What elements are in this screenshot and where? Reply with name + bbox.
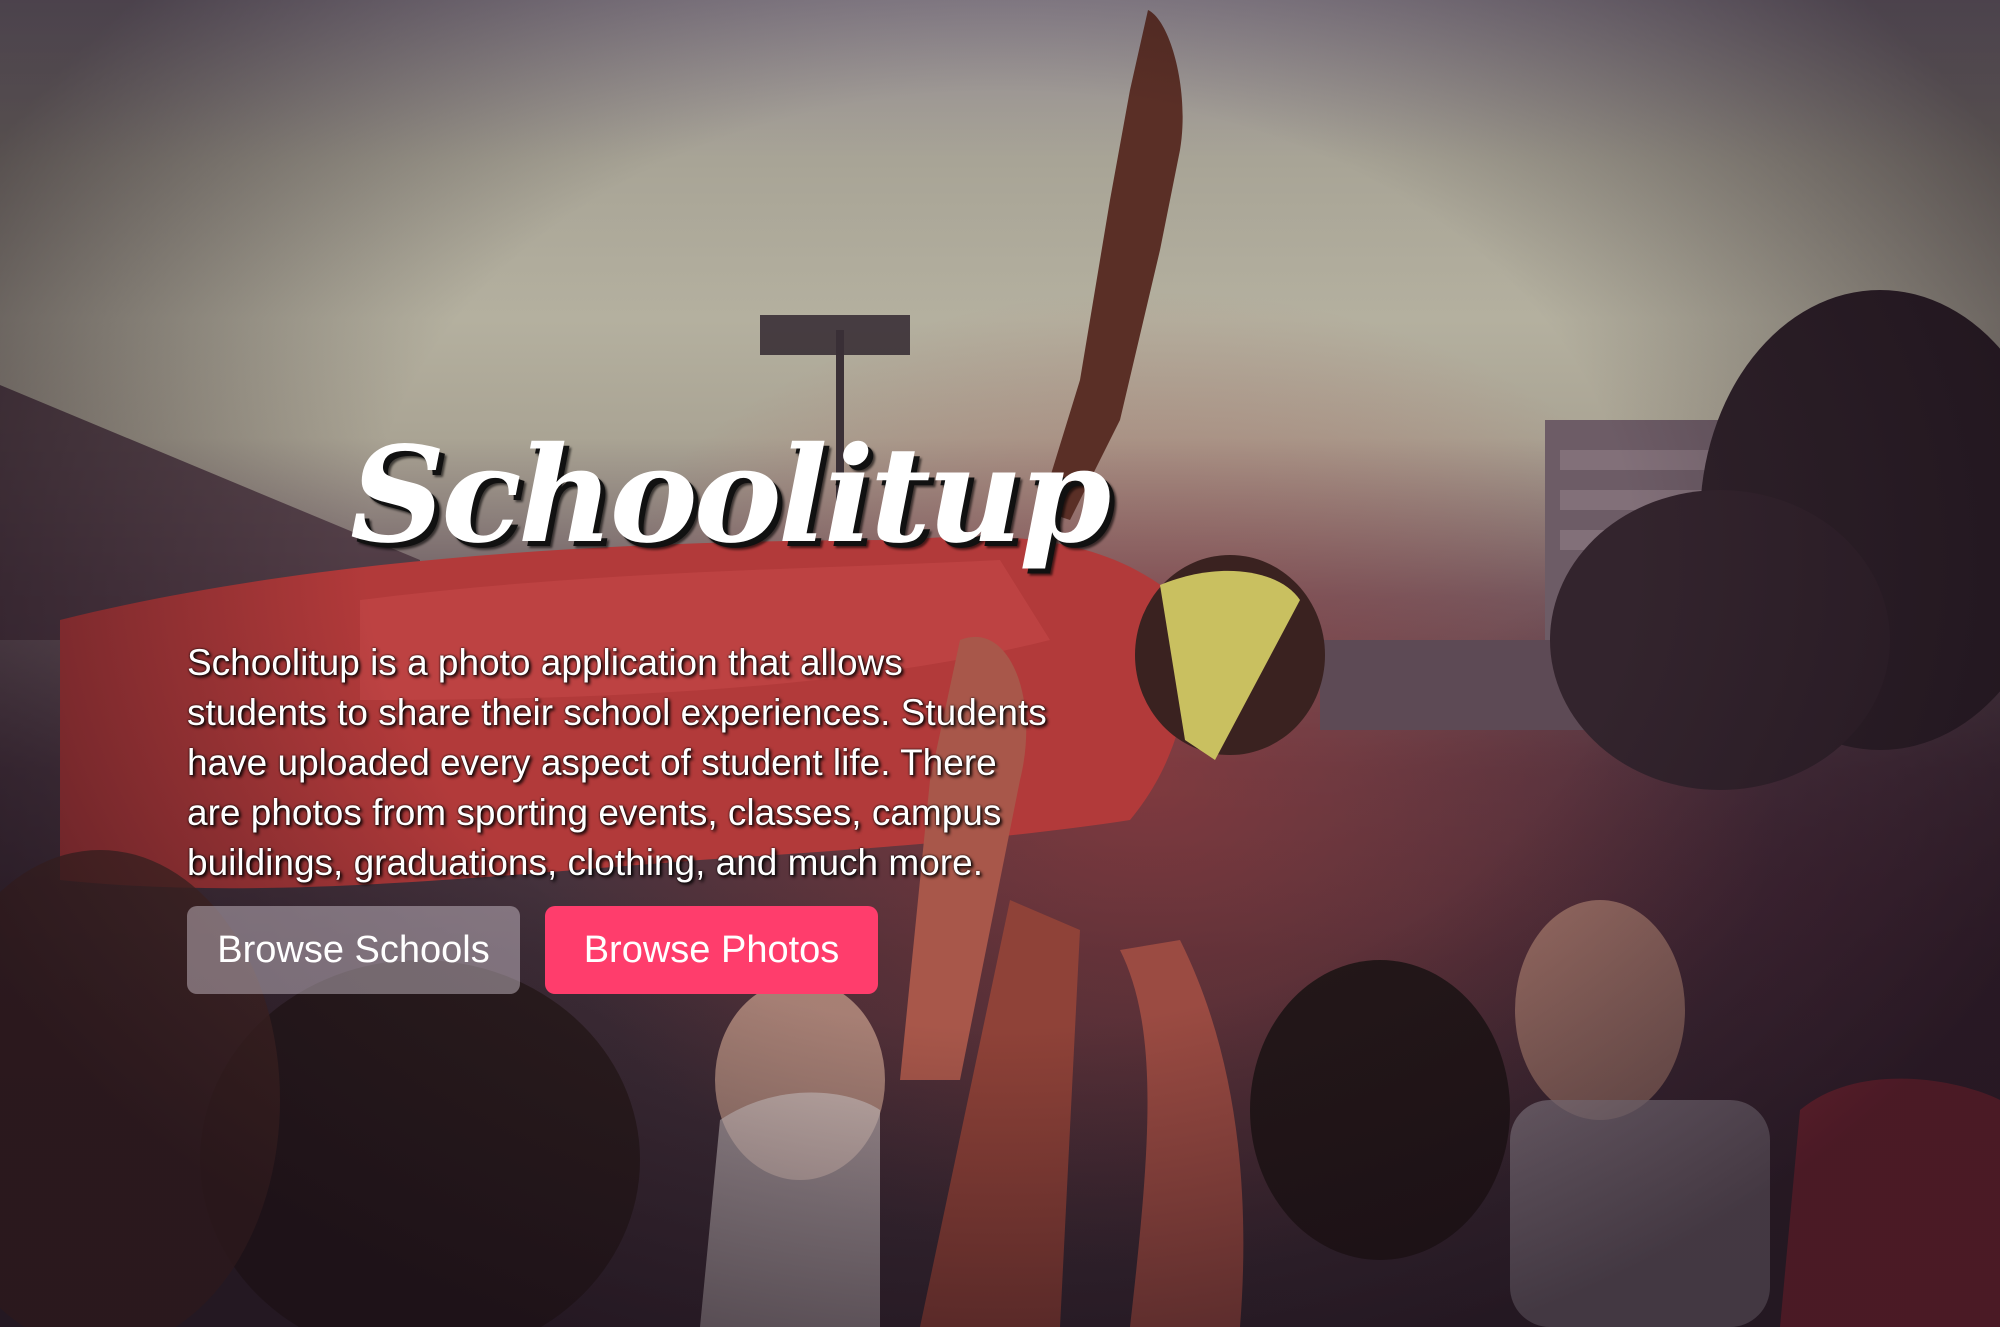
browse-schools-button[interactable]: Browse Schools: [187, 906, 520, 994]
app-logo: Schoolitup: [350, 418, 1111, 573]
browse-photos-button[interactable]: Browse Photos: [545, 906, 878, 994]
hero-actions: Browse Schools Browse Photos: [187, 906, 878, 994]
hero-section: Schoolitup Schoolitup is a photo applica…: [0, 0, 2000, 1327]
app-description: Schoolitup is a photo application that a…: [187, 642, 1047, 883]
